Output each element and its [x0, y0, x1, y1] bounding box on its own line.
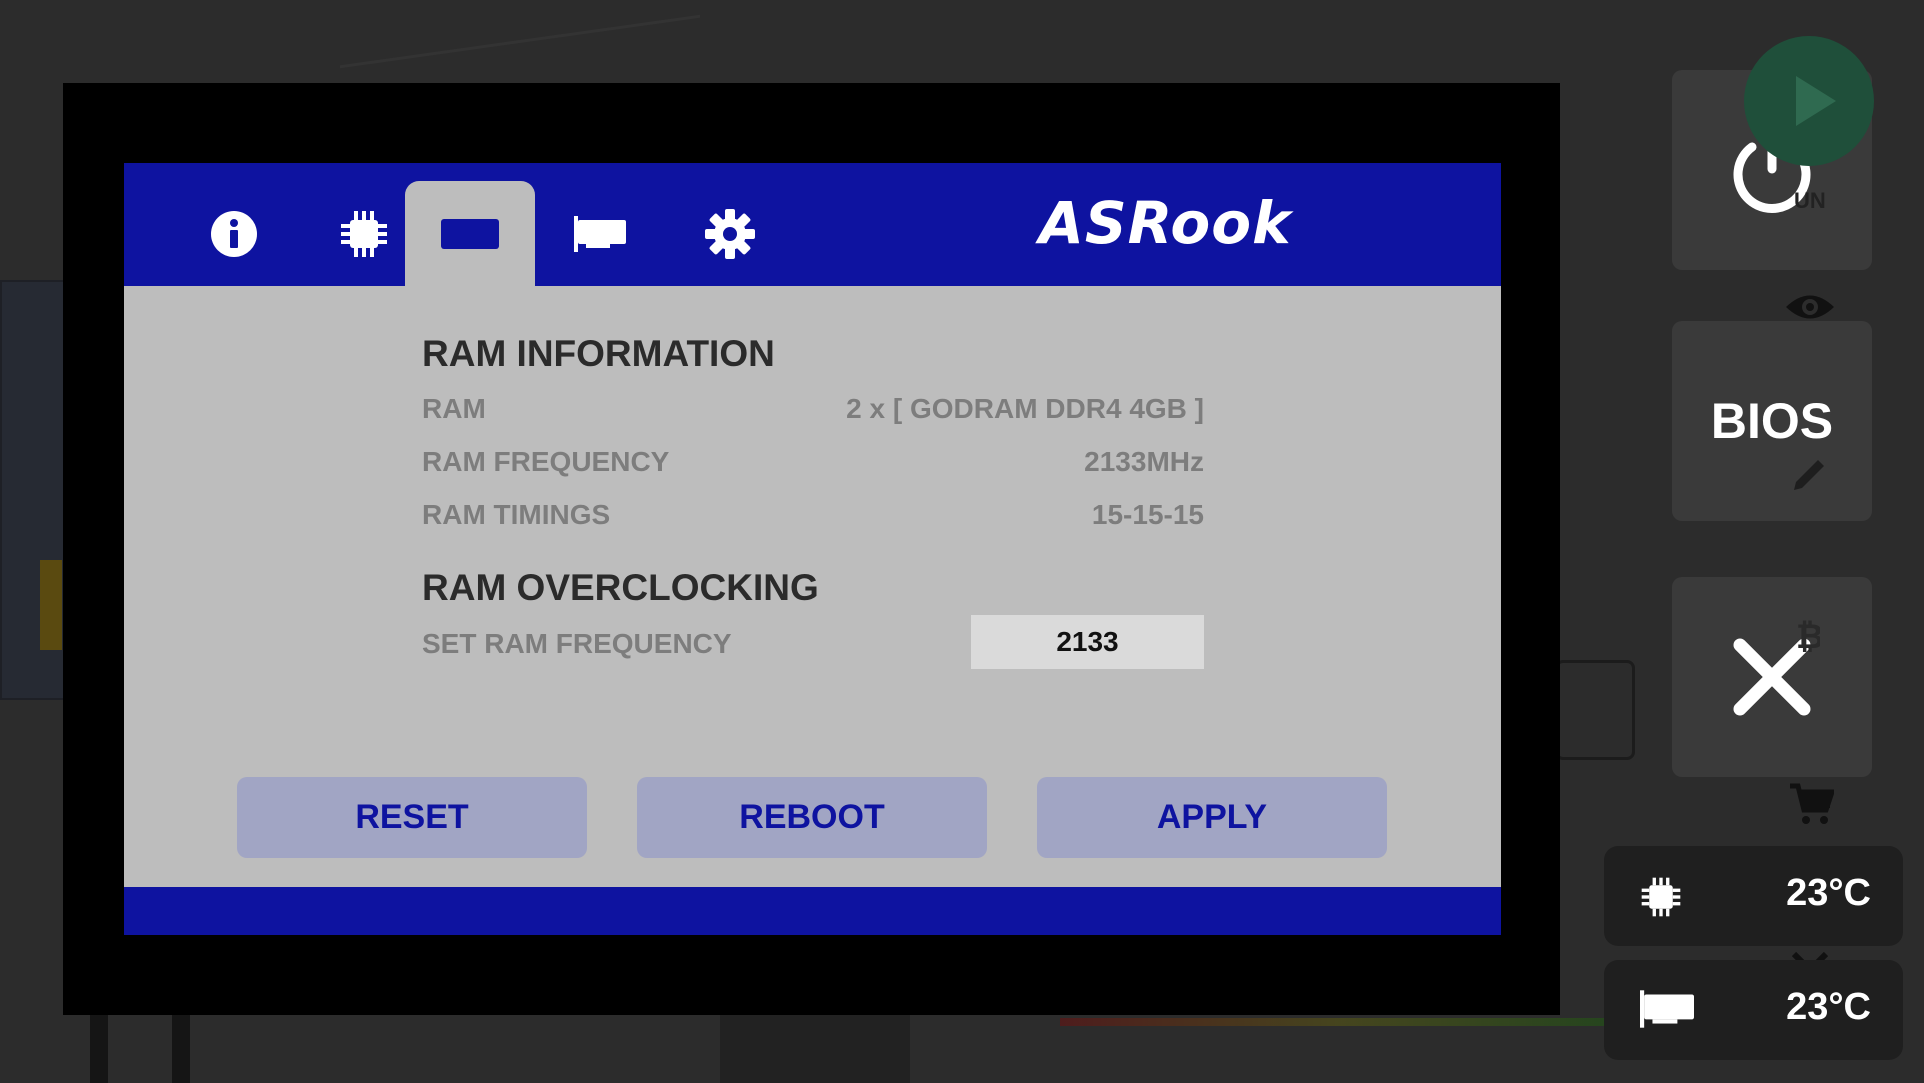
- tab-info[interactable]: [169, 181, 299, 286]
- gear-icon: [705, 208, 755, 259]
- background-box: [720, 1015, 910, 1083]
- ram-frequency-input[interactable]: [971, 615, 1204, 669]
- ram-overclocking-title: RAM OVERCLOCKING: [422, 567, 819, 608]
- gpu-icon: [574, 215, 626, 252]
- game-scene: ASRook RAM INFORMATION RAM 2 x [ GODRAM …: [0, 0, 1924, 1083]
- close-button[interactable]: [1672, 577, 1872, 777]
- gpu-icon: [1640, 990, 1694, 1028]
- apply-button[interactable]: APPLY: [1037, 777, 1387, 858]
- cart-icon[interactable]: [1788, 782, 1834, 826]
- bios-top-bar: ASRook: [124, 163, 1501, 286]
- bios-button[interactable]: BIOS: [1672, 321, 1872, 521]
- ram-frequency-value: 2133MHz: [1084, 446, 1204, 477]
- ram-icon: [441, 218, 499, 249]
- background-color-bar: [1060, 1018, 1620, 1026]
- chip-icon: [1641, 877, 1681, 917]
- bios-bottom-bar: [124, 887, 1501, 935]
- eye-icon[interactable]: [1784, 290, 1836, 324]
- ram-frequency-label: RAM FREQUENCY: [422, 446, 670, 477]
- ram-value: 2 x [ GODRAM DDR4 4GB ]: [846, 393, 1204, 424]
- ram-timings-value: 15-15-15: [1091, 499, 1204, 530]
- tab-gpu[interactable]: [535, 181, 665, 286]
- tab-ram[interactable]: [405, 181, 535, 286]
- gpu-temperature: 23°C: [1786, 986, 1871, 1028]
- ram-timings-label: RAM TIMINGS: [422, 499, 611, 530]
- background-table-legs: [90, 1010, 190, 1083]
- svg-text:₿: ₿: [1796, 617, 1820, 656]
- currency-icon: ₿: [1796, 617, 1820, 656]
- reset-button[interactable]: RESET: [237, 777, 587, 858]
- chip-icon: [341, 210, 387, 257]
- play-icon: [1796, 76, 1836, 126]
- reboot-button[interactable]: REBOOT: [637, 777, 987, 858]
- tab-settings[interactable]: [665, 181, 795, 286]
- pencil-icon: [1794, 460, 1824, 490]
- cpu-temperature-card: 23°C: [1604, 846, 1903, 946]
- bios-screen: ASRook RAM INFORMATION RAM 2 x [ GODRAM …: [124, 163, 1501, 935]
- background-detail: [40, 560, 62, 650]
- gpu-temperature-card: 23°C: [1604, 960, 1903, 1060]
- set-ram-frequency-label: SET RAM FREQUENCY: [422, 628, 732, 659]
- run-label: UN: [1794, 188, 1826, 213]
- ram-information-title: RAM INFORMATION: [422, 333, 775, 374]
- bios-label: BIOS: [1710, 393, 1834, 449]
- brand-logo: ASRook: [1039, 189, 1292, 257]
- background-outline: [1555, 660, 1635, 760]
- ram-label: RAM: [422, 393, 486, 424]
- info-icon: [211, 210, 257, 257]
- run-indicator[interactable]: [1744, 36, 1874, 166]
- cpu-temperature: 23°C: [1786, 872, 1871, 914]
